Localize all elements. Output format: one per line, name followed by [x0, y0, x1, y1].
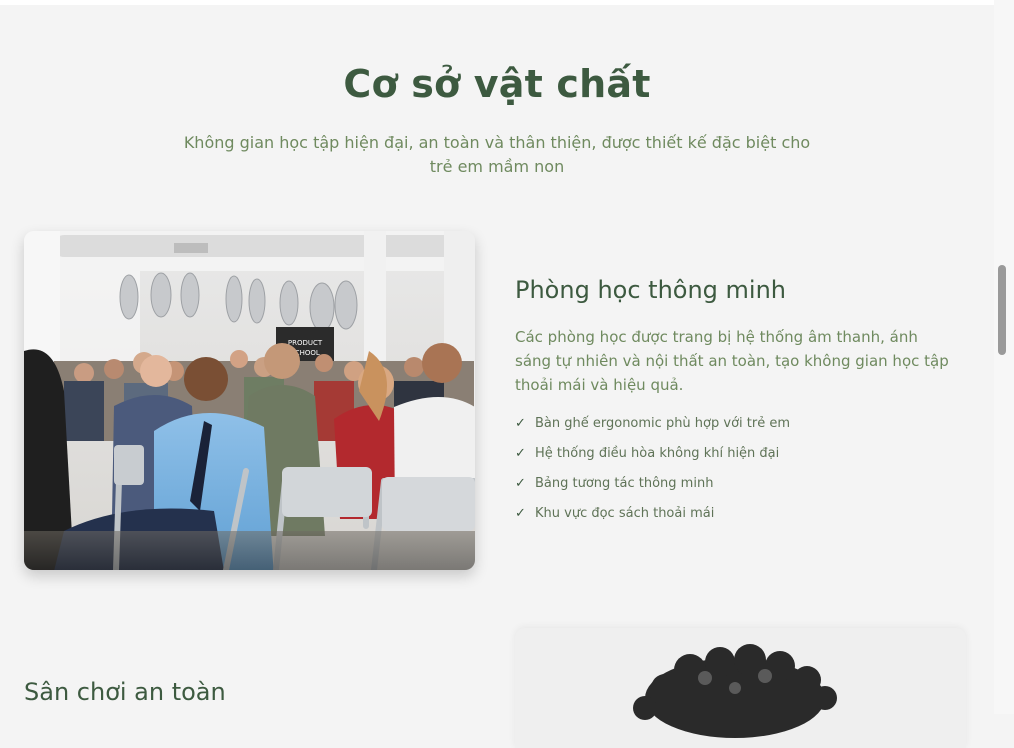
feature-title-safe-playground: Sân chơi an toàn [24, 678, 226, 706]
feature-description-smart-classroom: Các phòng học được trang bị hệ thống âm … [515, 328, 949, 394]
feature-title-smart-classroom: Phòng học thông minh [515, 276, 787, 304]
check-icon: ✓ [515, 416, 526, 431]
section-title: Cơ sở vật chất [343, 62, 651, 106]
feature-list-smart-classroom: ✓ Bàn ghế ergonomic phù hợp với trẻ em ✓… [515, 412, 790, 532]
photo-sign-line1: PRODUCT [288, 339, 323, 347]
check-icon: ✓ [515, 506, 526, 521]
check-icon: ✓ [515, 446, 526, 461]
scrollbar-thumb[interactable] [998, 265, 1006, 355]
list-item: ✓ Bảng tương tác thông minh [515, 472, 790, 502]
list-item: ✓ Hệ thống điều hòa không khí hiện đại [515, 442, 790, 472]
list-item-label: Bàn ghế ergonomic phù hợp với trẻ em [535, 416, 791, 431]
section-subtitle: Không gian học tập hiện đại, an toàn và … [183, 133, 811, 176]
safe-playground-photo [515, 628, 966, 748]
scrollbar[interactable] [994, 0, 1014, 714]
list-item-label: Khu vực đọc sách thoải mái [535, 506, 715, 521]
list-item-label: Hệ thống điều hòa không khí hiện đại [535, 446, 780, 461]
smart-classroom-photo: PRODUCT SCHOOL [24, 231, 475, 570]
list-item-label: Bảng tương tác thông minh [535, 476, 714, 491]
top-strip [0, 0, 994, 5]
check-icon: ✓ [515, 476, 526, 491]
list-item: ✓ Khu vực đọc sách thoải mái [515, 502, 790, 532]
list-item: ✓ Bàn ghế ergonomic phù hợp với trẻ em [515, 412, 790, 442]
